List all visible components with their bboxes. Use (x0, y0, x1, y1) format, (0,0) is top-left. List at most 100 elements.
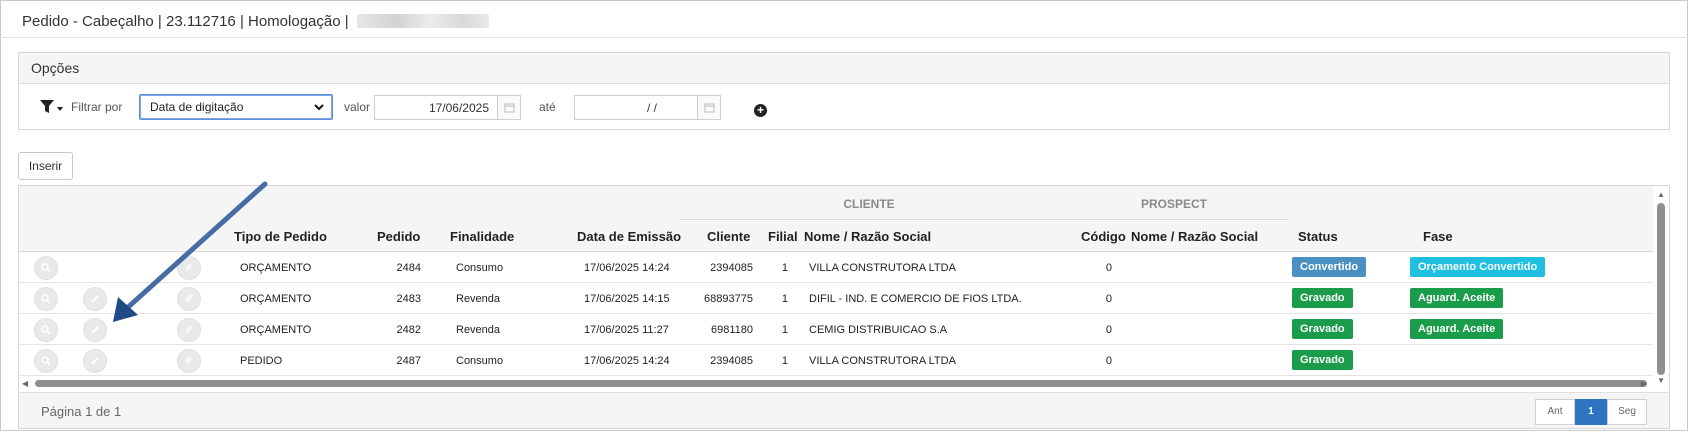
filter-label: Filtrar por (71, 100, 123, 114)
cell-cliente: 68893775 (704, 293, 753, 305)
col-status[interactable]: Status (1298, 229, 1338, 244)
table-header: CLIENTE PROSPECT Tipo de Pedido Pedido F… (19, 186, 1669, 252)
col-filial[interactable]: Filial (768, 229, 798, 244)
view-button[interactable] (34, 256, 58, 280)
fase-badge: Orçamento Convertido (1410, 257, 1546, 277)
cell-pedido: 2482 (396, 324, 421, 336)
search-icon (41, 263, 51, 273)
cell-filial: 1 (781, 293, 788, 305)
col-cliente[interactable]: Cliente (707, 229, 750, 244)
table-footer: Página 1 de 1 Ant 1 Seg (19, 392, 1669, 428)
status-badge: Gravado (1292, 288, 1353, 308)
edit-button[interactable] (83, 349, 107, 373)
cell-codigo: 0 (1105, 262, 1112, 274)
options-panel: Opções Filtrar por Data de digitação val… (18, 52, 1670, 130)
page-header: Pedido - Cabeçalho | 23.112716 | Homolog… (22, 10, 489, 32)
calendar-icon (504, 103, 514, 113)
fase-badge: Aguard. Aceite (1410, 319, 1504, 339)
cell-filial: 1 (781, 355, 788, 367)
cell-tipo: PEDIDO (240, 355, 283, 367)
filter-select[interactable]: Data de digitação (139, 94, 333, 120)
scroll-up-icon[interactable]: ▲ (1657, 190, 1665, 199)
table-row: ORÇAMENTO 2483 Revenda 17/06/2025 14:15 … (19, 283, 1669, 314)
scroll-right-icon[interactable]: ▶ (1641, 379, 1647, 388)
table-row: ORÇAMENTO 2482 Revenda 17/06/2025 11:27 … (19, 314, 1669, 345)
col-fase[interactable]: Fase (1423, 229, 1453, 244)
insert-button[interactable]: Inserir (18, 152, 73, 180)
attach-button[interactable] (177, 318, 201, 342)
group-prospect-line (1059, 219, 1289, 220)
calendar-icon (704, 103, 714, 113)
redacted-text (356, 14, 489, 28)
cell-nome: CEMIG DISTRIBUICAO S.A (809, 324, 948, 336)
options-title: Opções (19, 53, 1669, 84)
ate-label: até (539, 100, 556, 114)
group-cliente: CLIENTE (843, 197, 895, 211)
cell-nome: VILLA CONSTRUTORA LTDA (809, 355, 956, 367)
cell-pedido: 2484 (396, 262, 421, 274)
col-pedido[interactable]: Pedido (377, 229, 420, 244)
cell-nome: VILLA CONSTRUTORA LTDA (809, 262, 956, 274)
cell-tipo: ORÇAMENTO (240, 293, 312, 305)
table-row: ORÇAMENTO 2484 Consumo 17/06/2025 14:24 … (19, 252, 1669, 283)
cell-finalidade: Consumo (456, 355, 504, 367)
edit-button[interactable] (83, 287, 107, 311)
horizontal-scroll-thumb[interactable] (35, 380, 1647, 387)
date-from-input[interactable]: 17/06/2025 (374, 95, 498, 120)
col-nome-razao-social[interactable]: Nome / Razão Social (804, 229, 931, 244)
header-divider (0, 37, 1688, 38)
chevron-down-icon (314, 104, 324, 111)
scroll-left-icon[interactable]: ◀ (22, 379, 28, 388)
filter-funnel-icon[interactable] (39, 98, 65, 116)
pencil-icon (91, 295, 99, 303)
add-filter-plus-icon[interactable]: + (754, 104, 767, 117)
next-page-button[interactable]: Seg (1607, 399, 1647, 425)
vertical-scroll-thumb[interactable] (1657, 203, 1665, 375)
col-prospect-nome[interactable]: Nome / Razão Social (1131, 229, 1258, 244)
page-1-button[interactable]: 1 (1575, 399, 1607, 425)
valor-label: valor (344, 100, 371, 114)
prev-page-button[interactable]: Ant (1535, 399, 1575, 425)
col-finalidade[interactable]: Finalidade (450, 229, 514, 244)
cell-codigo: 0 (1105, 293, 1112, 305)
cell-filial: 1 (781, 262, 788, 274)
col-tipo-pedido[interactable]: Tipo de Pedido (234, 229, 327, 244)
cell-pedido: 2483 (396, 293, 421, 305)
cell-nome: DIFIL - IND. E COMERCIO DE FIOS LTDA. (809, 293, 1022, 305)
edit-button[interactable] (83, 318, 107, 342)
paperclip-icon (185, 356, 192, 365)
pencil-icon (91, 357, 99, 365)
search-icon (41, 294, 51, 304)
date-to-input[interactable]: / / (574, 95, 698, 120)
cell-emissao: 17/06/2025 11:27 (584, 324, 669, 336)
cell-emissao: 17/06/2025 14:24 (584, 262, 670, 274)
paperclip-icon (185, 294, 192, 303)
group-prospect: PROSPECT (1140, 197, 1207, 211)
paperclip-icon (185, 325, 192, 334)
col-codigo[interactable]: Código (1081, 229, 1126, 244)
view-button[interactable] (34, 349, 58, 373)
scroll-down-icon[interactable]: ▼ (1657, 376, 1665, 385)
table-row: PEDIDO 2487 Consumo 17/06/2025 14:24 239… (19, 345, 1669, 376)
view-button[interactable] (34, 287, 58, 311)
date-to-calendar-button[interactable] (697, 95, 721, 120)
cell-codigo: 0 (1105, 355, 1112, 367)
status-badge: Convertido (1292, 257, 1367, 277)
cell-tipo: ORÇAMENTO (240, 324, 312, 336)
status-badge: Gravado (1292, 350, 1353, 370)
cell-cliente: 6981180 (710, 324, 753, 336)
cell-cliente: 2394085 (710, 262, 753, 274)
status-badge: Gravado (1292, 319, 1353, 339)
cell-cliente: 2394085 (710, 355, 753, 367)
date-from-calendar-button[interactable] (497, 95, 521, 120)
fase-badge: Aguard. Aceite (1410, 288, 1504, 308)
attach-button[interactable] (177, 256, 201, 280)
attach-button[interactable] (177, 287, 201, 311)
view-button[interactable] (34, 318, 58, 342)
filter-select-value: Data de digitação (150, 100, 244, 114)
search-icon (41, 356, 51, 366)
attach-button[interactable] (177, 349, 201, 373)
col-data-emissao[interactable]: Data de Emissão (577, 229, 681, 244)
cell-tipo: ORÇAMENTO (240, 262, 312, 274)
group-cliente-line (679, 219, 1059, 220)
